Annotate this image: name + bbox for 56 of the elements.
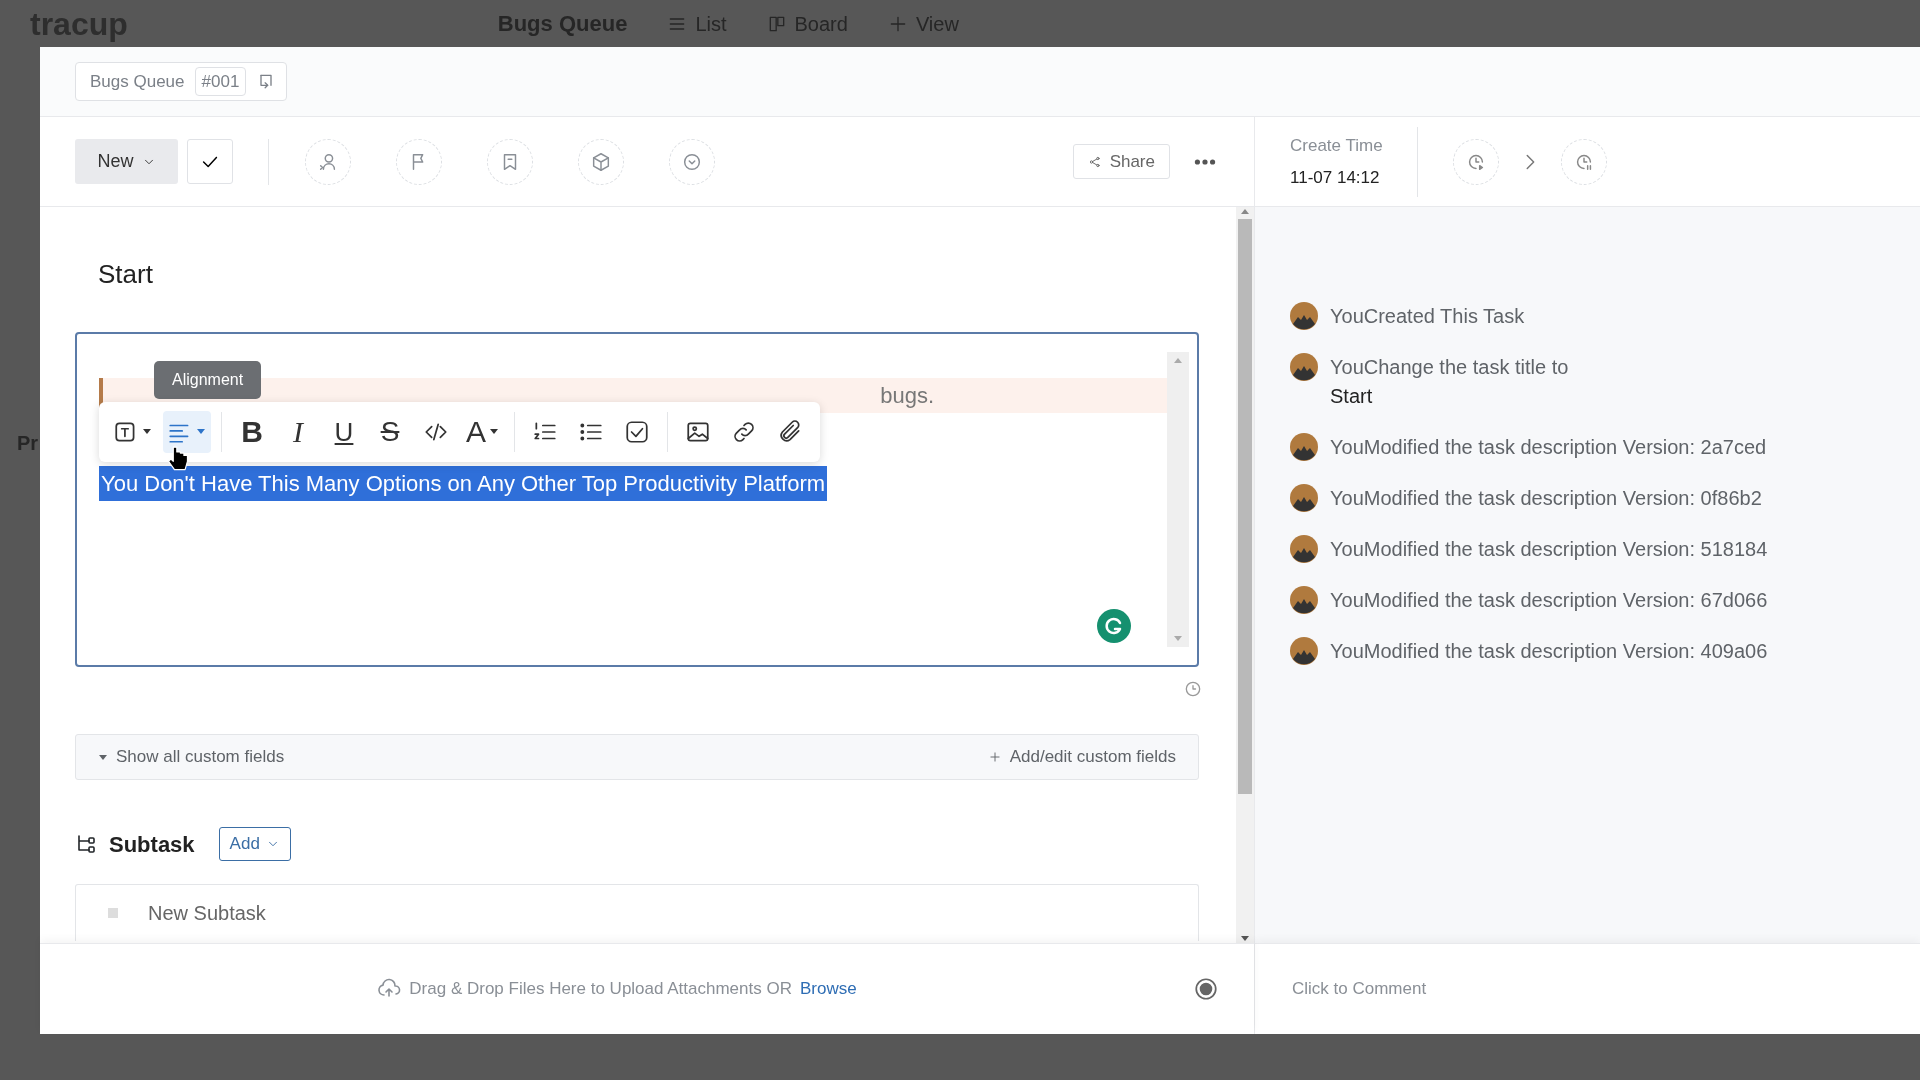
- activity-detail: Start: [1330, 384, 1374, 409]
- task-id: #001: [194, 66, 247, 97]
- activity-text: YouModified the task description Version: 0f86b2: [1330, 486, 1762, 511]
- create-time-value: 11-07 14:12: [1290, 166, 1381, 189]
- activity-text: YouModified the task description Version: 518184: [1330, 537, 1768, 562]
- avatar-icon: [1290, 433, 1318, 461]
- quote-text: bugs.: [880, 382, 934, 410]
- section-title: Subtask: [109, 830, 195, 859]
- activity-text: YouModified the task description Version: 409a06: [1330, 639, 1768, 664]
- avatar-icon: [1290, 484, 1318, 512]
- subtask-field[interactable]: New Subtask: [75, 884, 1199, 941]
- activity-text: YouChange the task title to: [1330, 355, 1569, 380]
- activity-text: YouModified the task description Version: 2a7ced: [1330, 435, 1767, 460]
- italic-button[interactable]: I: [278, 411, 318, 453]
- comment-input[interactable]: Click to Comment: [1290, 975, 1920, 1003]
- avatar-icon: [1290, 586, 1318, 614]
- scroll-down-icon: [1173, 635, 1183, 643]
- scroll-up-icon: [1173, 356, 1183, 364]
- show-fields-toggle[interactable]: Show all custom fields: [98, 744, 285, 770]
- plus-icon: [987, 750, 1002, 764]
- align-button[interactable]: [163, 411, 211, 453]
- avatar-icon: [1290, 302, 1318, 330]
- history-icon[interactable]: [1183, 679, 1203, 699]
- edit-fields-link[interactable]: Add/edit custom fields: [987, 744, 1176, 770]
- browse-link[interactable]: Browse: [800, 976, 857, 1002]
- task-title[interactable]: Start: [98, 255, 1199, 300]
- project-link[interactable]: Bugs Queue: [90, 68, 185, 95]
- record-icon[interactable]: [1193, 976, 1219, 1002]
- image-icon: [685, 419, 711, 445]
- share-button[interactable]: Share: [1072, 144, 1170, 179]
- subtask-bullet-icon: [108, 908, 118, 918]
- create-time-label: Create Time: [1290, 135, 1383, 157]
- caret-icon: [98, 752, 108, 762]
- strikethrough-button[interactable]: S: [370, 411, 410, 453]
- tooltip: Alignment: [154, 361, 262, 399]
- avatar-icon: [1290, 535, 1318, 563]
- avatar-icon: [1290, 637, 1318, 665]
- checklist-icon: [624, 419, 650, 445]
- comment-field[interactable]: Click to Comment: [1255, 943, 1920, 1034]
- activity-text: YouModified the task description Version: 67d066: [1330, 588, 1768, 613]
- activity-text: YouCreated This Task: [1330, 304, 1525, 329]
- underline-button[interactable]: U: [324, 411, 364, 453]
- font-color-button[interactable]: A: [462, 411, 504, 453]
- link-icon: [731, 419, 757, 445]
- share-icon: [1087, 154, 1102, 169]
- status-dropdown[interactable]: New: [75, 139, 178, 184]
- avatar-icon: [1290, 353, 1318, 381]
- editor-scrollbar[interactable]: [1167, 352, 1189, 647]
- grammar-assistant-icon: [1097, 609, 1131, 643]
- cube-icon: [590, 150, 612, 173]
- upload-hint: Drag & Drop Files Here to Upload Attachments OR: [409, 978, 792, 1001]
- page-scrollbar[interactable]: [1236, 207, 1254, 943]
- breadcrumb[interactable]: Bugs Queue #001: [75, 61, 288, 102]
- bold-button[interactable]: B: [232, 411, 272, 453]
- add-subtask-button[interactable]: Add: [218, 827, 291, 861]
- selected-text: You Don't Have This Many Options on Any Other Top Productivity Platform: [99, 466, 828, 501]
